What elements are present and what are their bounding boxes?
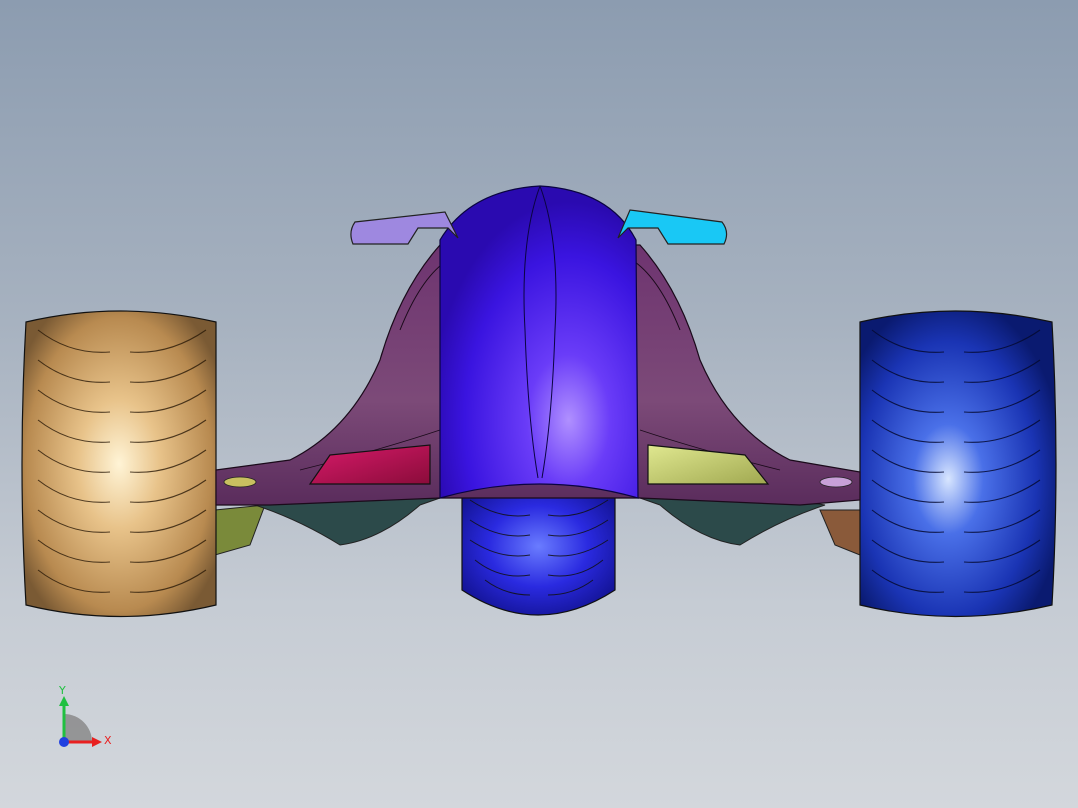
x-axis-label: X — [104, 734, 112, 747]
left-vent — [223, 476, 257, 488]
x-axis-head — [92, 737, 102, 747]
y-axis-label: Y — [58, 684, 66, 697]
nose-cowl[interactable] — [439, 185, 639, 499]
triad-plane-shade — [64, 714, 92, 742]
left-rear-wheel[interactable] — [21, 310, 217, 618]
right-vent — [819, 476, 853, 488]
right-rear-wheel[interactable] — [859, 310, 1057, 618]
y-axis-head — [59, 696, 69, 706]
cad-graphics-viewport[interactable]: Y X — [0, 0, 1078, 808]
front-wheel[interactable] — [461, 489, 616, 616]
3d-model-view[interactable] — [0, 0, 1078, 808]
z-axis-dot — [59, 737, 69, 747]
coordinate-triad: Y X — [58, 684, 112, 747]
